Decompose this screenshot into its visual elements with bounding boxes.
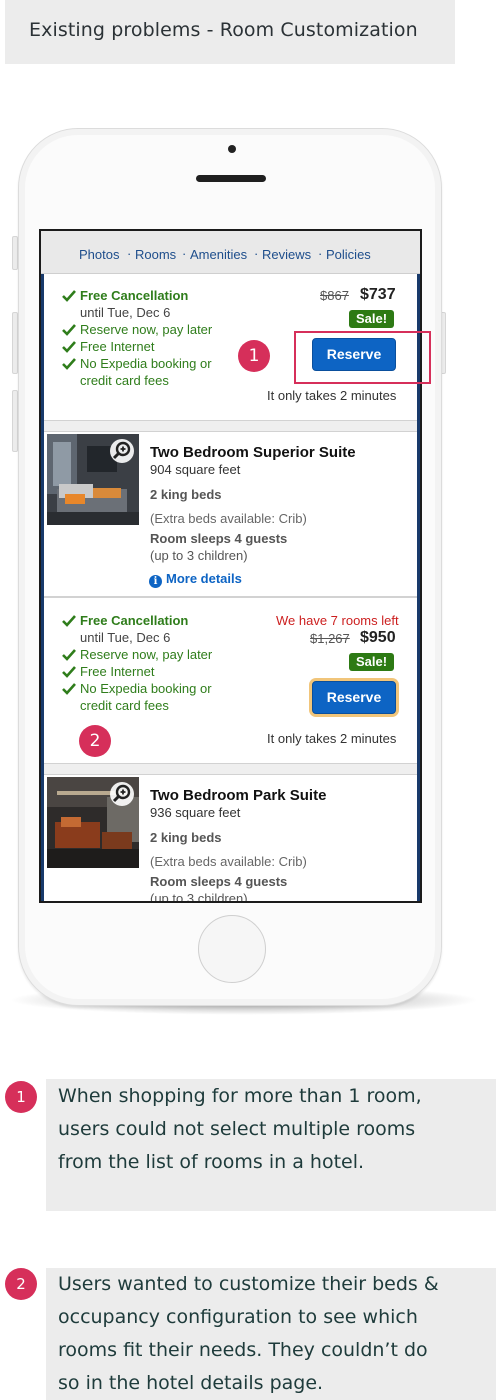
- sale-badge: Sale!: [349, 310, 395, 328]
- room-name[interactable]: Two Bedroom Park Suite: [150, 787, 326, 804]
- room-photo[interactable]: [47, 777, 139, 868]
- original-price: $1,267: [310, 631, 350, 646]
- note-line: Users wanted to customize their beds &: [58, 1273, 439, 1295]
- nav-rooms[interactable]: Rooms: [135, 247, 176, 262]
- no-fees-label: No Expedia booking or: [80, 356, 212, 371]
- reserve-now-label: Reserve now, pay later: [80, 322, 213, 337]
- room-name[interactable]: Two Bedroom Superior Suite: [150, 444, 356, 461]
- reserve-now-label: Reserve now, pay later: [80, 647, 213, 662]
- sale-badge: Sale!: [349, 653, 395, 671]
- section-divider: [44, 596, 417, 598]
- nav-policies[interactable]: Policies: [326, 247, 371, 262]
- nav-separator: ·: [182, 246, 187, 261]
- check-icon: [62, 341, 76, 353]
- check-icon: [62, 615, 76, 627]
- zoom-icon[interactable]: [110, 439, 134, 463]
- room-area: 936 square feet: [150, 805, 241, 820]
- note-text-1: When shopping for more than 1 room, user…: [58, 1080, 422, 1179]
- nav-separator: ·: [127, 246, 132, 261]
- room-sleeps: Room sleeps 4 guests: [150, 874, 288, 889]
- cancellation-deadline: until Tue, Dec 6: [80, 305, 171, 320]
- info-icon: i: [149, 575, 162, 588]
- check-icon: [62, 290, 76, 302]
- free-cancellation-label: Free Cancellation: [80, 288, 189, 303]
- room-photo[interactable]: [47, 434, 139, 525]
- time-estimate: It only takes 2 minutes: [267, 731, 397, 746]
- nav-reviews[interactable]: Reviews: [262, 247, 311, 262]
- note-line: from the list of rooms in a hotel.: [58, 1151, 365, 1173]
- speaker-grille: [196, 175, 266, 182]
- note-text-2: Users wanted to customize their beds & o…: [58, 1268, 439, 1400]
- room-extra-beds: (Extra beds available: Crib): [150, 511, 307, 526]
- room-extra-beds: (Extra beds available: Crib): [150, 854, 307, 869]
- note-box-2: Users wanted to customize their beds & o…: [46, 1268, 496, 1400]
- note-box-1: When shopping for more than 1 room, user…: [46, 1079, 496, 1211]
- free-cancellation-label: Free Cancellation: [80, 613, 189, 628]
- check-icon: [62, 666, 76, 678]
- reserve-button[interactable]: Reserve: [312, 681, 396, 714]
- no-fees-label-cont: credit card fees: [80, 373, 169, 388]
- check-icon: [62, 649, 76, 661]
- more-details-label: More details: [166, 571, 242, 586]
- section-divider: [44, 420, 417, 432]
- nav-amenities[interactable]: Amenities: [190, 247, 247, 262]
- annotation-marker-2: 2: [79, 725, 111, 757]
- reserve-highlight-box: [294, 331, 431, 384]
- zoom-icon[interactable]: [110, 782, 134, 806]
- note-line: When shopping for more than 1 room,: [58, 1085, 422, 1107]
- note-line: rooms fit their needs. They couldn’t do: [58, 1339, 428, 1361]
- sale-price: $737: [360, 286, 396, 303]
- cancellation-deadline: until Tue, Dec 6: [80, 630, 171, 645]
- check-icon: [62, 324, 76, 336]
- room-children: (up to 3 children): [150, 548, 248, 563]
- room-sleeps: Room sleeps 4 guests: [150, 531, 288, 546]
- more-details-link[interactable]: i More details: [149, 571, 242, 588]
- note-marker-1: 1: [5, 1081, 37, 1113]
- no-fees-label: No Expedia booking or: [80, 681, 212, 696]
- page-title: Existing problems - Room Customization: [29, 19, 418, 41]
- free-internet-label: Free Internet: [80, 339, 155, 354]
- time-estimate: It only takes 2 minutes: [267, 388, 397, 403]
- room-beds: 2 king beds: [150, 487, 222, 502]
- free-internet-label: Free Internet: [80, 664, 155, 679]
- annotation-marker-1: 1: [238, 340, 270, 372]
- nav-separator: ·: [318, 246, 323, 261]
- camera-icon: [228, 145, 236, 153]
- sale-price: $950: [360, 629, 396, 646]
- nav-separator: ·: [254, 246, 259, 261]
- no-fees-label-cont: credit card fees: [80, 698, 169, 713]
- original-price: $867: [320, 288, 349, 303]
- check-icon: [62, 683, 76, 695]
- note-marker-2: 2: [5, 1268, 37, 1300]
- room-area: 904 square feet: [150, 462, 241, 477]
- note-line: users could not select multiple rooms: [58, 1118, 416, 1140]
- note-line: so in the hotel details page.: [58, 1372, 324, 1394]
- nav-photos[interactable]: Photos: [79, 247, 119, 262]
- check-icon: [62, 358, 76, 370]
- note-line: occupancy configuration to see which: [58, 1306, 418, 1328]
- room-beds: 2 king beds: [150, 830, 222, 845]
- title-banner: Existing problems - Room Customization: [5, 0, 455, 64]
- room-children: (up to 3 children): [150, 891, 248, 903]
- hotel-nav-bar: Photos · Rooms · Amenities · Reviews · P…: [41, 231, 420, 274]
- home-button: [198, 915, 266, 983]
- section-divider: [44, 763, 417, 775]
- rooms-left-notice: We have 7 rooms left: [276, 613, 399, 628]
